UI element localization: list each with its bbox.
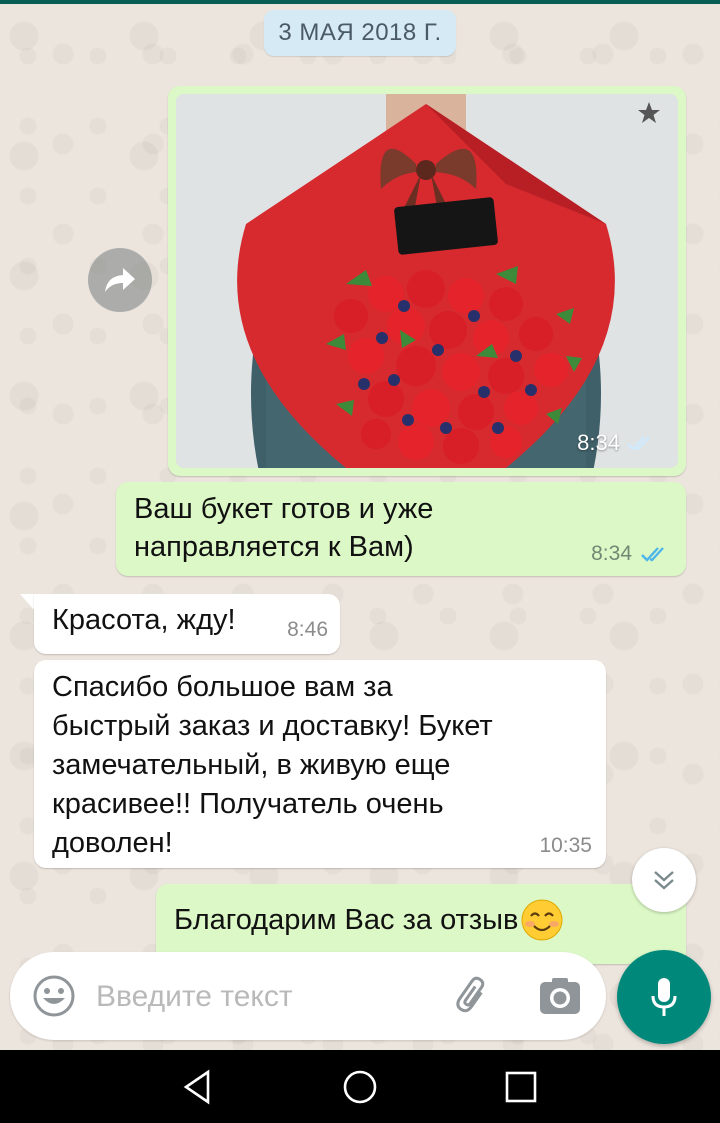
image-timestamp: 8:34 <box>577 430 656 456</box>
voice-record-button[interactable] <box>617 950 711 1044</box>
star-icon <box>638 102 660 123</box>
camera-icon[interactable] <box>538 976 582 1016</box>
message-text: Благодарим Вас за отзыв <box>174 898 564 942</box>
forward-button[interactable] <box>88 248 152 312</box>
back-icon[interactable] <box>178 1066 220 1108</box>
message-input[interactable] <box>94 972 438 1022</box>
message-text: Спасибо большое вам за быстрый заказ и д… <box>52 671 493 859</box>
message-meta: 8:34 <box>591 542 670 566</box>
message-text: Ваш букет готов и уже направляется к Вам… <box>134 493 434 563</box>
message-text: Красота, жду! <box>52 604 236 636</box>
message-time: 10:35 <box>539 834 592 857</box>
scroll-to-bottom-button[interactable] <box>632 848 696 912</box>
recents-icon[interactable] <box>500 1066 542 1108</box>
incoming-message[interactable]: Спасибо большое вам за быстрый заказ и д… <box>34 660 606 868</box>
emoji-icon[interactable] <box>32 974 76 1018</box>
chevron-down-icon <box>654 871 674 890</box>
forward-icon <box>105 268 135 292</box>
smiling-face-icon <box>521 899 563 941</box>
date-separator: 3 МАЯ 2018 Г. <box>264 10 456 56</box>
double-check-icon <box>641 547 664 562</box>
outgoing-message[interactable]: Ваш букет готов и уже направляется к Вам… <box>116 482 686 576</box>
message-time: 8:46 <box>287 618 328 641</box>
attach-icon[interactable] <box>450 974 496 1020</box>
bouquet-photo[interactable] <box>176 94 678 468</box>
double-check-icon <box>627 436 650 451</box>
app-bar-edge <box>0 0 720 4</box>
incoming-message[interactable]: Красота, жду! 8:46 <box>34 594 340 654</box>
home-icon[interactable] <box>339 1066 381 1108</box>
system-navigation-bar <box>0 1050 720 1123</box>
image-message[interactable]: 8:34 <box>168 86 686 476</box>
message-composer <box>10 952 606 1040</box>
mic-icon <box>651 978 677 1016</box>
